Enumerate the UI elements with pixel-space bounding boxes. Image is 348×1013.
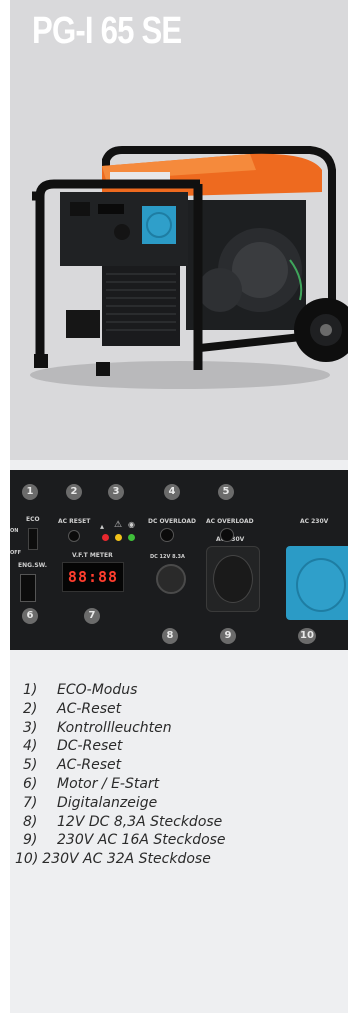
legend-item: 2) AC-Reset — [23, 700, 122, 717]
ac-overload-label: AC OVERLOAD — [206, 518, 254, 525]
engine-start-switch[interactable] — [20, 574, 36, 602]
ac-reset-button[interactable] — [68, 530, 80, 542]
control-panel-image: 1 2 3 4 5 6 7 8 9 10 ECO ON OFF AC RESET… — [10, 470, 348, 650]
eco-on-label: ON — [10, 528, 19, 534]
eng-sw-label: ENG.SW. — [18, 562, 48, 569]
legend-item: 6) Motor / E-Start — [23, 775, 160, 792]
dc-reset-button[interactable] — [160, 528, 174, 542]
legend-item: 4) DC-Reset — [23, 738, 123, 755]
oil-warning-icon: ▴ — [100, 522, 105, 531]
generator-image — [30, 146, 348, 389]
eco-off-label: OFF — [10, 550, 22, 556]
red-indicator-led — [102, 534, 109, 541]
eco-switch[interactable] — [28, 528, 38, 550]
callout-2: 2 — [66, 484, 82, 500]
ac-32a-socket — [286, 546, 348, 620]
legend-item: 9) 230V AC 16A Steckdose — [23, 832, 226, 849]
ac-reset-label: AC RESET — [58, 518, 91, 525]
yellow-indicator-led — [115, 534, 122, 541]
eco-label: ECO — [26, 516, 40, 523]
vft-meter-label: V.F.T METER — [72, 552, 113, 559]
callout-3: 3 — [108, 484, 124, 500]
callout-7: 7 — [84, 608, 100, 624]
callout-9: 9 — [220, 628, 236, 644]
ac-overload-reset-button[interactable] — [220, 528, 234, 542]
product-title: PG-I 65 SE — [32, 10, 182, 52]
ac-230v-top-label: AC 230V — [300, 518, 329, 525]
callout-4: 4 — [164, 484, 180, 500]
legend-item: 8) 12V DC 8,3A Steckdose — [23, 813, 223, 830]
callout-6: 6 — [22, 608, 38, 624]
power-indicator-icon: ◉ — [128, 520, 135, 529]
callout-10: 10 — [298, 628, 316, 644]
dc-12v-socket — [156, 564, 186, 594]
legend-item: 3) Kontrollleuchten — [23, 719, 172, 736]
ac-16a-socket — [206, 546, 260, 612]
legend-item: 10) 230V AC 32A Steckdose — [15, 851, 211, 868]
overload-warning-icon: ⚠ — [114, 520, 123, 530]
legend-item: 7) Digitalanzeige — [23, 794, 158, 811]
green-indicator-led — [128, 534, 135, 541]
callout-8: 8 — [162, 628, 178, 644]
hero-section: PG-I 65 SE — [10, 0, 348, 460]
dc-overload-label: DC OVERLOAD — [148, 518, 196, 525]
legend-item: 1) ECO-Modus — [23, 682, 138, 698]
legend-item: 5) AC-Reset — [23, 757, 122, 774]
callout-5: 5 — [218, 484, 234, 500]
dc-12v-label: DC 12V 8.3A — [150, 554, 185, 560]
digital-display: 88:88 — [62, 562, 124, 592]
feature-legend: 1) ECO-Modus 2) AC-Reset 3) Kontrollleuchte… — [15, 681, 226, 869]
callout-1: 1 — [22, 484, 38, 500]
